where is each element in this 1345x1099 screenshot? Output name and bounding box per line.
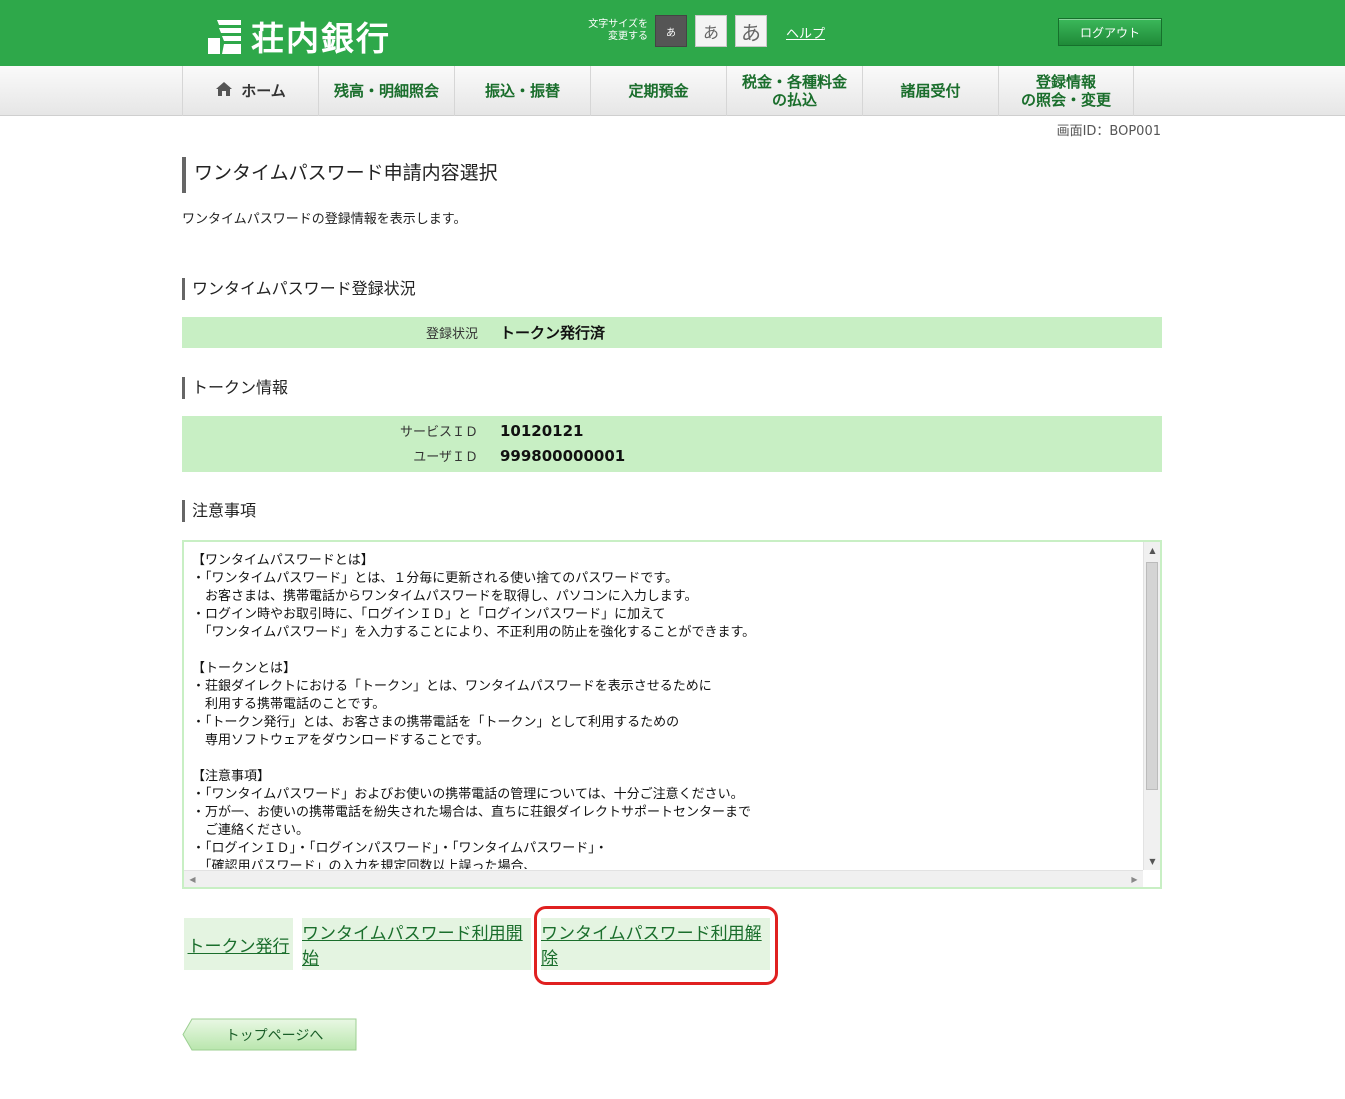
nav-item-label: 振込・振替: [484, 82, 560, 100]
notice-vertical-scrollbar[interactable]: ▲ ▼: [1143, 542, 1160, 870]
token-info-box: サービスＩＤ 10120121 ユーザＩＤ 999800000001: [182, 416, 1162, 472]
logout-button[interactable]: ログアウト: [1058, 18, 1162, 46]
font-size-label: 文字サイズを 変更する: [578, 19, 648, 43]
page-description: ワンタイムパスワードの登録情報を表示します。: [182, 212, 467, 227]
top-page-label: トップページへ: [225, 1027, 324, 1044]
nav-item-home[interactable]: ホーム: [182, 66, 318, 116]
screen-id: 画面ID：BOP001: [1056, 124, 1161, 139]
top-page-button[interactable]: トップページへ: [182, 1018, 357, 1051]
main-nav: ホーム 残高・明細照会 振込・振替 定期預金 税金・各種料金 の払込 諸届受付 …: [0, 66, 1345, 116]
nav-item-label: 登録情報: [1035, 73, 1096, 91]
page-title: ワンタイムパスワード申請内容選択: [182, 157, 498, 193]
nav-item-transfer[interactable]: 振込・振替: [454, 66, 590, 116]
notice-horizontal-scrollbar[interactable]: ◀ ▶: [184, 870, 1143, 887]
scrollbar-thumb[interactable]: [1146, 562, 1158, 790]
service-id-value: 10120121: [500, 421, 584, 440]
bank-name: 荘内銀行: [251, 19, 391, 58]
header-bar: 荘内銀行 文字サイズを 変更する あ あ あ ヘルプ ログアウト: [0, 0, 1345, 66]
nav-item-label-line2: の照会・変更: [1020, 91, 1111, 109]
scroll-left-icon[interactable]: ◀: [184, 871, 201, 888]
issue-token-button[interactable]: トークン発行: [184, 918, 293, 970]
font-size-small-button[interactable]: あ: [655, 15, 687, 47]
help-link[interactable]: ヘルプ: [786, 23, 825, 42]
bank-logo[interactable]: 荘内銀行: [205, 12, 391, 60]
nav-item-registration-info[interactable]: 登録情報 の照会・変更: [998, 66, 1134, 116]
notice-text: 【ワンタイムパスワードとは】 ・「ワンタイムパスワード」とは、１分毎に更新される…: [192, 553, 756, 869]
nav-item-home-label: ホーム: [241, 82, 286, 100]
scroll-down-icon[interactable]: ▼: [1144, 853, 1161, 870]
font-size-medium-button[interactable]: あ: [695, 15, 727, 47]
user-id-label: ユーザＩＤ: [413, 450, 478, 465]
status-box: 登録状況 トークン発行済: [182, 317, 1162, 348]
nav-item-tax-payment[interactable]: 税金・各種料金 の払込: [726, 66, 862, 116]
home-icon: [215, 81, 233, 101]
section-title-notice: 注意事項: [182, 500, 256, 522]
user-id-value: 999800000001: [500, 446, 626, 465]
nav-item-label: 定期預金: [628, 82, 689, 100]
nav-item-balance[interactable]: 残高・明細照会: [318, 66, 454, 116]
font-size-label-line2: 変更する: [608, 31, 648, 42]
nav-item-label: 諸届受付: [900, 82, 961, 100]
scroll-up-icon[interactable]: ▲: [1144, 542, 1161, 559]
notice-textarea[interactable]: 【ワンタイムパスワードとは】 ・「ワンタイムパスワード」とは、１分毎に更新される…: [182, 540, 1162, 889]
nav-item-label: 残高・明細照会: [333, 82, 439, 100]
nav-item-label-line2: の払込: [771, 91, 817, 109]
highlight-box: [534, 906, 778, 985]
status-value: トークン発行済: [500, 324, 606, 342]
nav-item-notifications[interactable]: 諸届受付: [862, 66, 998, 116]
status-label: 登録状況: [425, 327, 478, 342]
section-title-token: トークン情報: [182, 377, 288, 399]
nav-item-time-deposit[interactable]: 定期預金: [590, 66, 726, 116]
service-id-label: サービスＩＤ: [399, 425, 478, 440]
bank-logo-icon: [205, 16, 245, 56]
scroll-right-icon[interactable]: ▶: [1126, 871, 1143, 888]
nav-item-label: 税金・各種料金: [741, 73, 847, 91]
font-size-label-line1: 文字サイズを: [588, 19, 648, 30]
section-title-status: ワンタイムパスワード登録状況: [182, 278, 416, 300]
start-otp-button[interactable]: ワンタイムパスワード利用開始: [302, 918, 531, 970]
font-size-large-button[interactable]: あ: [735, 15, 767, 47]
